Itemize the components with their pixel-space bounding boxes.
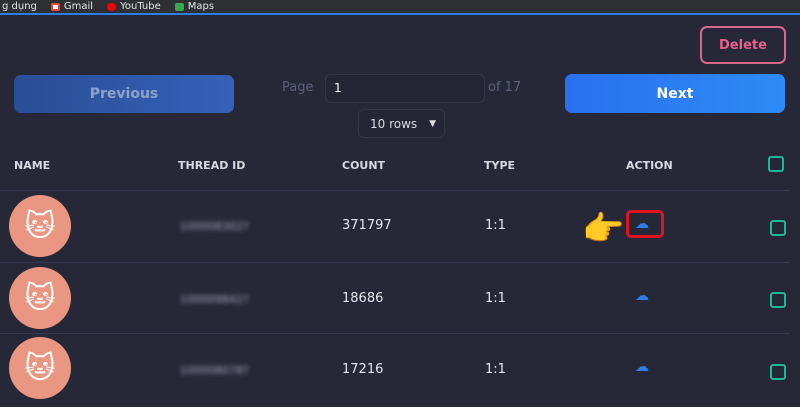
header-action: ACTION (626, 159, 673, 172)
thread-id: 100009842? (180, 293, 249, 306)
table-row: 🐱 100008078? 17216 1:1 ☁︎ (0, 333, 790, 405)
bookmark-apps[interactable]: g dụng (2, 1, 37, 13)
next-button[interactable]: Next (565, 74, 785, 113)
table-row: 🐱 100009842? 18686 1:1 ☁︎ (0, 262, 790, 334)
highlight-box (626, 210, 664, 238)
thread-id: 100008302? (180, 220, 249, 233)
table-row: 🐱 100008302? 371797 1:1 ☁︎ (0, 190, 790, 262)
gmail-icon (50, 2, 60, 11)
pointing-hand-icon: 👉 (582, 209, 625, 249)
type: 1:1 (485, 218, 506, 233)
bookmark-gmail[interactable]: Gmail (50, 1, 93, 13)
bookmarks-bar: g dụng Gmail YouTube Maps (0, 0, 800, 13)
header-count: COUNT (342, 159, 386, 172)
avatar: 🐱 (9, 195, 71, 257)
caret-down-icon: ▼ (429, 118, 436, 129)
count: 17216 (342, 362, 384, 377)
delete-button[interactable]: Delete (700, 26, 786, 64)
rows-select-value: 10 rows (370, 116, 418, 131)
youtube-icon (107, 2, 117, 11)
rows-per-page-select[interactable]: 10 rows ▼ (358, 109, 445, 138)
page-total: of 17 (488, 80, 522, 95)
row-checkbox[interactable] (770, 364, 786, 380)
row-checkbox[interactable] (770, 292, 786, 308)
avatar: 🐱 (9, 267, 71, 329)
avatar: 🐱 (9, 337, 71, 399)
select-all-checkbox[interactable] (768, 156, 784, 172)
count: 371797 (342, 218, 392, 233)
divider (0, 13, 800, 15)
header-name: NAME (14, 159, 51, 172)
count: 18686 (342, 291, 384, 306)
header-thread-id: THREAD ID (178, 159, 246, 172)
cloud-download-icon[interactable]: ☁︎ (635, 288, 649, 304)
cloud-download-icon[interactable]: ☁︎ (635, 359, 649, 375)
type: 1:1 (485, 291, 506, 306)
maps-icon (174, 2, 184, 11)
page-input[interactable]: 1 (325, 74, 485, 103)
bookmark-maps[interactable]: Maps (174, 1, 214, 13)
page-label: Page (282, 80, 314, 95)
bookmark-youtube[interactable]: YouTube (107, 1, 161, 13)
previous-button[interactable]: Previous (14, 75, 234, 113)
thread-id: 100008078? (180, 364, 249, 377)
row-checkbox[interactable] (770, 220, 786, 236)
header-type: TYPE (484, 159, 516, 172)
type: 1:1 (485, 362, 506, 377)
